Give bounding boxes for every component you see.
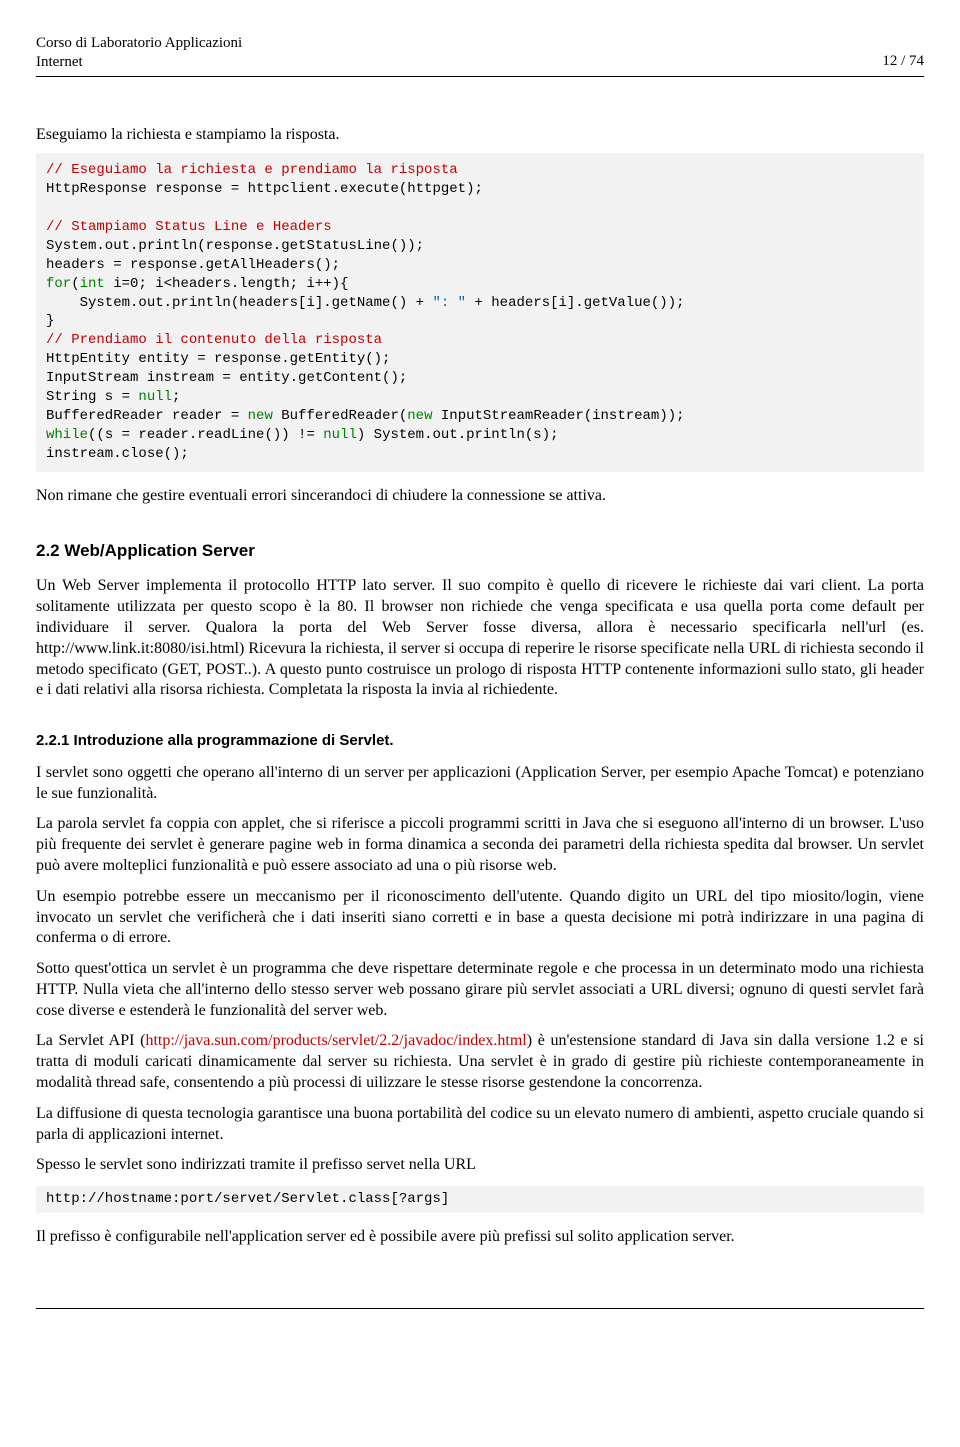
code-keyword: new [248, 408, 273, 424]
section-2-2-heading: 2.2 Web/Application Server [36, 540, 924, 562]
code-string: ": " [432, 295, 466, 311]
header-title: Corso di Laboratorio Applicazioni Intern… [36, 34, 242, 72]
servlet-api-link[interactable]: http://java.sun.com/products/servlet/2.2… [145, 1032, 526, 1049]
code-line: HttpResponse response = httpclient.execu… [46, 181, 483, 197]
code-text: ; [172, 389, 180, 405]
code-keyword: null [138, 389, 172, 405]
section-2-2-1-paragraph-1: I servlet sono oggetti che operano all'i… [36, 763, 924, 805]
code-keyword: while [46, 427, 88, 443]
code-text: System.out.println(headers[i].getName() … [46, 295, 432, 311]
page-header: Corso di Laboratorio Applicazioni Intern… [36, 34, 924, 77]
code-text: ( [71, 276, 79, 292]
section-2-2-1-heading: 2.2.1 Introduzione alla programmazione d… [36, 731, 924, 751]
section-2-2-paragraph-1: Un Web Server implementa il protocollo H… [36, 576, 924, 701]
code-keyword: for [46, 276, 71, 292]
code-text: i=0; i<headers.length; i++){ [105, 276, 349, 292]
code-block-2: http://hostname:port/servet/Servlet.clas… [36, 1186, 924, 1213]
code-text: + headers[i].getValue()); [466, 295, 684, 311]
header-line2: Internet [36, 54, 83, 70]
code-keyword: null [323, 427, 357, 443]
code-line: } [46, 313, 54, 329]
section-2-2-1-paragraph-3: Un esempio potrebbe essere un meccanismo… [36, 887, 924, 949]
section-2-2-1-paragraph-4: Sotto quest'ottica un servlet è un progr… [36, 959, 924, 1021]
section-2-2-1-paragraph-6: La diffusione di questa tecnologia garan… [36, 1104, 924, 1146]
intro-paragraph: Eseguiamo la richiesta e stampiamo la ri… [36, 125, 924, 146]
code-line: instream.close(); [46, 446, 189, 462]
header-line1: Corso di Laboratorio Applicazioni [36, 35, 242, 51]
code-comment: // Prendiamo il contenuto della risposta [46, 332, 382, 348]
code-comment: // Eseguiamo la richiesta e prendiamo la… [46, 162, 458, 178]
section-2-2-1-paragraph-8: Il prefisso è configurabile nell'applica… [36, 1227, 924, 1248]
code-keyword: new [407, 408, 432, 424]
page-number: 12 / 74 [882, 52, 924, 72]
code-line: InputStream instream = entity.getContent… [46, 370, 407, 386]
code-text: ((s = reader.readLine()) != [88, 427, 323, 443]
code-comment: // Stampiamo Status Line e Headers [46, 219, 332, 235]
code-text: BufferedReader( [273, 408, 407, 424]
code-text: String s = [46, 389, 138, 405]
footer-rule [36, 1308, 924, 1309]
code-line: http://hostname:port/servet/Servlet.clas… [46, 1191, 449, 1207]
section-2-2-1-paragraph-7: Spesso le servlet sono indirizzati trami… [36, 1155, 924, 1176]
code-text: BufferedReader reader = [46, 408, 248, 424]
after-code-paragraph: Non rimane che gestire eventuali errori … [36, 486, 924, 507]
section-2-2-1-paragraph-5: La Servlet API (http://java.sun.com/prod… [36, 1031, 924, 1093]
code-keyword: int [80, 276, 105, 292]
code-line: System.out.println(response.getStatusLin… [46, 238, 424, 254]
code-block-1: // Eseguiamo la richiesta e prendiamo la… [36, 153, 924, 471]
code-text: InputStreamReader(instream)); [433, 408, 685, 424]
code-line: headers = response.getAllHeaders(); [46, 257, 340, 273]
code-line: HttpEntity entity = response.getEntity()… [46, 351, 390, 367]
p5-text-before: La Servlet API ( [36, 1032, 145, 1049]
section-2-2-1-paragraph-2: La parola servlet fa coppia con applet, … [36, 814, 924, 876]
code-text: ) System.out.println(s); [357, 427, 559, 443]
